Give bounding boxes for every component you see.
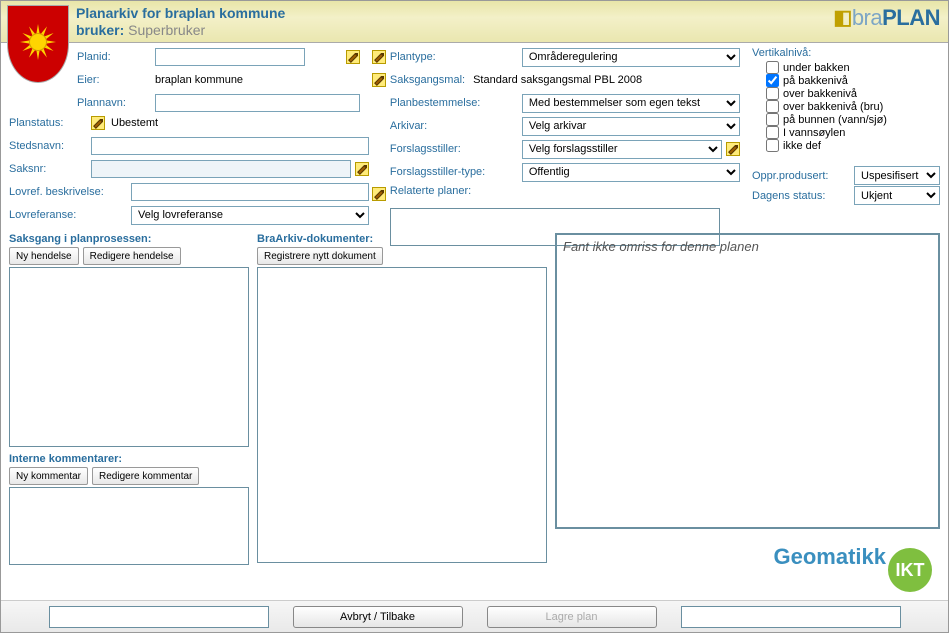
arkivar-label: Arkivar:	[390, 120, 518, 132]
vertikal-label-0: under bakken	[783, 62, 850, 74]
ny-hendelse-button[interactable]: Ny hendelse	[9, 247, 79, 265]
lovrefb-label: Lovref. beskrivelse:	[9, 186, 127, 198]
vertikal-label: Vertikalnivå:	[752, 47, 940, 59]
footer-right-box	[681, 606, 901, 628]
lagre-plan-button[interactable]: Lagre plan	[487, 606, 657, 628]
brand-logo: ◧braPLAN	[833, 5, 940, 31]
vertikal-checkbox-0[interactable]	[766, 61, 779, 74]
eier-label: Eier:	[77, 74, 151, 86]
vertikal-checkbox-5[interactable]	[766, 126, 779, 139]
saksgangsmal-value: Standard saksgangsmal PBL 2008	[473, 74, 642, 86]
geomatikk-logo: GeomatikkIKT	[774, 544, 933, 592]
edit-icon[interactable]	[355, 162, 369, 176]
saksgang-list[interactable]	[9, 267, 249, 447]
vertikal-checkbox-6[interactable]	[766, 139, 779, 152]
vertikal-checkbox-2[interactable]	[766, 87, 779, 100]
lovrefb-input[interactable]	[131, 183, 369, 201]
lovref-select[interactable]: Velg lovreferanse	[131, 206, 369, 225]
map-panel: Fant ikke omriss for denne planen	[555, 233, 940, 529]
planstatus-value: Ubestemt	[111, 117, 158, 129]
edit-icon[interactable]	[91, 116, 105, 130]
saksnr-input[interactable]	[91, 160, 351, 178]
saksnr-label: Saksnr:	[9, 163, 87, 175]
oppr-label: Oppr.produsert:	[752, 170, 850, 182]
header-bar: Planarkiv for braplan kommune bruker: Su…	[1, 1, 948, 43]
edit-icon[interactable]	[726, 142, 740, 156]
vertikal-label-3: over bakkenivå (bru)	[783, 101, 883, 113]
vertikal-label-4: på bunnen (vann/sjø)	[783, 114, 887, 126]
saksgang-title: Saksgang i planprosessen:	[9, 233, 249, 245]
footer-bar: Avbryt / Tilbake Lagre plan	[1, 600, 948, 632]
user-label: bruker:	[76, 22, 124, 38]
kommentar-list[interactable]	[9, 487, 249, 565]
lovref-label: Lovreferanse:	[9, 209, 127, 221]
user-name: Superbruker	[128, 22, 205, 38]
edit-icon[interactable]	[372, 73, 386, 87]
braarkiv-title: BraArkiv-dokumenter:	[257, 233, 547, 245]
planid-label: Planid:	[77, 51, 151, 63]
plantype-select[interactable]: Områderegulering	[522, 48, 740, 67]
map-message: Fant ikke omriss for denne planen	[557, 235, 938, 258]
saksgangsmal-label: Saksgangsmal:	[390, 74, 465, 86]
relaterte-label: Relaterte planer:	[390, 185, 518, 197]
eier-value: braplan kommune	[155, 74, 243, 86]
redigere-hendelse-button[interactable]: Redigere hendelse	[83, 247, 181, 265]
oppr-select[interactable]: Uspesifisert	[854, 166, 940, 185]
vertikal-checkbox-1[interactable]	[766, 74, 779, 87]
vertikal-checkbox-3[interactable]	[766, 100, 779, 113]
cube-icon: ◧	[833, 7, 851, 29]
forslagtype-label: Forslagsstiller-type:	[390, 166, 518, 178]
braarkiv-list[interactable]	[257, 267, 547, 563]
stedsnavn-label: Stedsnavn:	[9, 140, 87, 152]
planbest-select[interactable]: Med bestemmelser som egen tekst	[522, 94, 740, 113]
vertikal-label-1: på bakkenivå	[783, 75, 848, 87]
dagens-select[interactable]: Ukjent	[854, 186, 940, 205]
ny-kommentar-button[interactable]: Ny kommentar	[9, 467, 88, 485]
planid-input[interactable]	[155, 48, 305, 66]
avbryt-button[interactable]: Avbryt / Tilbake	[293, 606, 463, 628]
redigere-kommentar-button[interactable]: Redigere kommentar	[92, 467, 199, 485]
header-title: Planarkiv for braplan kommune bruker: Su…	[76, 5, 285, 39]
vertikal-checkbox-4[interactable]	[766, 113, 779, 126]
footer-left-box	[49, 606, 269, 628]
edit-icon[interactable]	[372, 187, 386, 201]
planbest-label: Planbestemmelse:	[390, 97, 518, 109]
arkivar-select[interactable]: Velg arkivar	[522, 117, 740, 136]
planstatus-label: Planstatus:	[9, 117, 87, 129]
stedsnavn-input[interactable]	[91, 137, 369, 155]
interne-title: Interne kommentarer:	[9, 453, 249, 465]
archive-title: Planarkiv for braplan kommune	[76, 5, 285, 21]
plantype-label: Plantype:	[390, 51, 518, 63]
plannavn-input[interactable]	[155, 94, 360, 112]
edit-icon[interactable]	[346, 50, 360, 64]
edit-icon[interactable]	[372, 50, 386, 64]
vertikal-label-6: ikke def	[783, 140, 821, 152]
registrere-dokument-button[interactable]: Registrere nytt dokument	[257, 247, 383, 265]
forslag-select[interactable]: Velg forslagsstiller	[522, 140, 722, 159]
plannavn-label: Plannavn:	[77, 97, 151, 109]
municipality-shield	[7, 5, 69, 83]
vertikal-label-5: I vannsøylen	[783, 127, 845, 139]
dagens-label: Dagens status:	[752, 190, 850, 202]
forslagtype-select[interactable]: Offentlig	[522, 163, 740, 182]
vertikal-label-2: over bakkenivå	[783, 88, 857, 100]
forslag-label: Forslagsstiller:	[390, 143, 518, 155]
